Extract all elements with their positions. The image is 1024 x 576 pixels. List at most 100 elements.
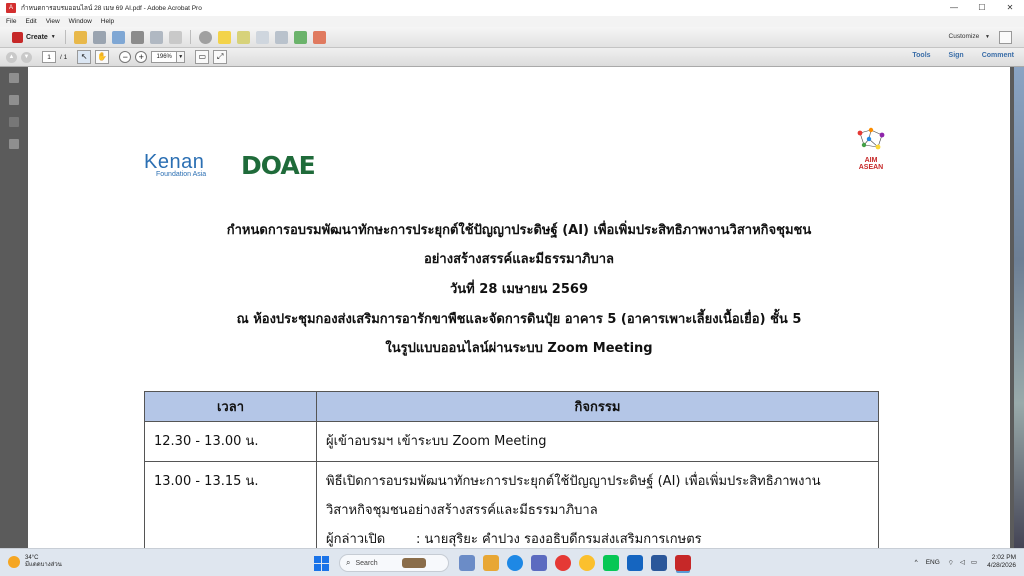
- create-label: Create: [26, 33, 48, 41]
- fit-page-icon[interactable]: ▭: [195, 50, 210, 64]
- main-toolbar: Create ▼ Customize ▼: [0, 27, 1024, 48]
- window-title: กำหนดการอบรมออนไลน์ 28 เมษ 69 AI.pdf - A…: [21, 5, 202, 12]
- chevron-up-icon[interactable]: ^: [915, 559, 918, 566]
- previous-page-icon[interactable]: ▲: [6, 51, 17, 63]
- word-icon[interactable]: [651, 555, 667, 571]
- save-icon[interactable]: [92, 30, 106, 44]
- clock-date: 4/28/2026: [987, 562, 1016, 569]
- edge-browser-icon[interactable]: [507, 555, 523, 571]
- minimize-button[interactable]: —: [940, 0, 968, 16]
- network-graph-icon: [857, 127, 885, 150]
- system-tray: ^ ENG ⌔ ◁ ▭ 2:02 PM 4/28/2026: [915, 554, 1016, 570]
- aim-logo-text: AIM: [864, 157, 878, 164]
- desktop-background-edge: [1014, 67, 1024, 548]
- search-icon: ⌕: [346, 558, 351, 567]
- weather-widget[interactable]: 34°C มีแดดบางส่วน: [8, 555, 62, 569]
- document-icon[interactable]: [255, 30, 269, 44]
- sign-link[interactable]: Sign: [949, 52, 964, 59]
- bookmarks-icon[interactable]: [9, 95, 19, 105]
- page-thumbnails-icon[interactable]: [9, 73, 19, 83]
- signatures-icon[interactable]: [9, 139, 19, 149]
- menu-window[interactable]: Window: [69, 18, 92, 25]
- schedule-table: เวลา กิจกรรม 12.30 - 13.00 น. ผู้เข้าอบร…: [144, 391, 879, 548]
- customize-label: Customize: [948, 33, 980, 40]
- toolbar-divider: [64, 30, 66, 44]
- chrome-profile-icon[interactable]: [579, 555, 595, 571]
- close-button[interactable]: ✕: [996, 0, 1024, 16]
- activity-line: วิสาหกิจชุมชนอย่างสร้างสรรค์และมีธรรมาภิ…: [326, 503, 598, 518]
- select-tool-icon[interactable]: ↖: [77, 50, 92, 64]
- zoom-dropdown-icon[interactable]: ▼: [177, 51, 186, 63]
- document-date: วันที่ 28 เมษายน 2569: [450, 282, 588, 297]
- line-app-icon[interactable]: [603, 555, 619, 571]
- outlook-icon[interactable]: [627, 555, 643, 571]
- store-icon[interactable]: [531, 555, 547, 571]
- header-activity: กิจกรรม: [316, 391, 879, 422]
- create-pdf-icon: [12, 31, 23, 43]
- pages-icon[interactable]: [274, 30, 288, 44]
- attachments-icon[interactable]: [9, 117, 19, 127]
- tools-link[interactable]: Tools: [912, 52, 930, 59]
- activity-line: ผู้เข้าอบรมฯ เข้าระบบ Zoom Meeting: [326, 434, 547, 449]
- windows-taskbar: 34°C มีแดดบางส่วน ⌕ Search ^ ENG ⌔ ◁ ▭ 2…: [0, 548, 1024, 576]
- open-folder-icon[interactable]: [73, 30, 87, 44]
- speaker-line: ผู้กล่าวเปิด : นายสุริยะ คำปวง รองอธิบดี…: [326, 525, 869, 548]
- maximize-button[interactable]: ☐: [968, 0, 996, 16]
- print-icon[interactable]: [130, 30, 144, 44]
- table-row: 12.30 - 13.00 น. ผู้เข้าอบรมฯ เข้าระบบ Z…: [144, 421, 879, 462]
- cloud-upload-icon[interactable]: [111, 30, 125, 44]
- asean-logo-text: ASEAN: [858, 164, 884, 171]
- menu-bar: File Edit View Window Help: [0, 16, 1024, 27]
- speaker-value: : นายสุริยะ คำปวง รองอธิบดีกรมส่งเสริมกา…: [416, 532, 702, 547]
- page-number-input[interactable]: 1: [42, 51, 56, 63]
- menu-edit[interactable]: Edit: [25, 18, 36, 25]
- activity-cell: ผู้เข้าอบรมฯ เข้าระบบ Zoom Meeting: [316, 421, 879, 462]
- weather-text: 34°C มีแดดบางส่วน: [25, 555, 62, 569]
- wifi-icon[interactable]: ⌔: [948, 558, 954, 567]
- kenan-logo-subtext: Foundation Asia: [156, 171, 207, 178]
- language-indicator[interactable]: ENG: [926, 559, 940, 566]
- highlight-icon[interactable]: [236, 30, 250, 44]
- export-icon[interactable]: [293, 30, 307, 44]
- header-time: เวลา: [144, 391, 317, 422]
- hand-tool-icon[interactable]: ✋: [95, 50, 110, 64]
- email-icon[interactable]: [168, 30, 182, 44]
- zoom-out-icon[interactable]: −: [119, 51, 132, 63]
- page-total: / 1: [60, 53, 68, 61]
- windows-start-icon[interactable]: [314, 555, 329, 571]
- customize-menu[interactable]: Customize ▼: [949, 33, 990, 40]
- zoom-in-icon[interactable]: +: [135, 51, 148, 63]
- clock-time: 2:02 PM: [991, 554, 1016, 561]
- weather-temp: 34°C: [25, 555, 39, 561]
- next-page-icon[interactable]: ▼: [21, 51, 32, 63]
- edit-icon[interactable]: [149, 30, 163, 44]
- chrome-icon[interactable]: [555, 555, 571, 571]
- document-title-line-2: อย่างสร้างสรรค์และมีธรรมาภิบาล: [424, 252, 614, 267]
- toolbar-divider: [189, 30, 191, 44]
- zoom-level-input[interactable]: 196%: [151, 51, 178, 63]
- sign-document-icon[interactable]: [312, 30, 326, 44]
- fit-width-icon[interactable]: ⤢: [213, 50, 228, 64]
- file-explorer-icon[interactable]: [483, 555, 499, 571]
- time-cell: 12.30 - 13.00 น.: [144, 421, 317, 462]
- volume-icon[interactable]: ◁: [960, 558, 965, 566]
- pdf-page: Kenan Foundation Asia DOAE AIM ASEAN กำห…: [28, 67, 1010, 548]
- gear-icon[interactable]: [198, 30, 212, 44]
- weather-desc: มีแดดบางส่วน: [25, 562, 62, 568]
- menu-help[interactable]: Help: [101, 18, 114, 25]
- aim-asean-logo: AIM ASEAN: [846, 127, 896, 171]
- activity-line: พิธีเปิดการอบรมพัฒนาทักษะการประยุกต์ใช้ป…: [326, 474, 821, 489]
- chevron-down-icon: ▼: [50, 34, 56, 40]
- menu-view[interactable]: View: [46, 18, 60, 25]
- taskbar-search[interactable]: ⌕ Search: [339, 554, 449, 572]
- clock[interactable]: 2:02 PM 4/28/2026: [987, 554, 1016, 570]
- expand-icon[interactable]: [999, 31, 1012, 44]
- battery-icon[interactable]: ▭: [971, 558, 977, 566]
- create-button[interactable]: Create ▼: [8, 30, 60, 45]
- menu-file[interactable]: File: [6, 18, 16, 25]
- comment-link[interactable]: Comment: [982, 52, 1014, 59]
- acrobat-taskbar-icon[interactable]: [675, 555, 691, 571]
- chevron-down-icon: ▼: [985, 34, 990, 40]
- task-view-icon[interactable]: [459, 555, 475, 571]
- comment-icon[interactable]: [217, 30, 231, 44]
